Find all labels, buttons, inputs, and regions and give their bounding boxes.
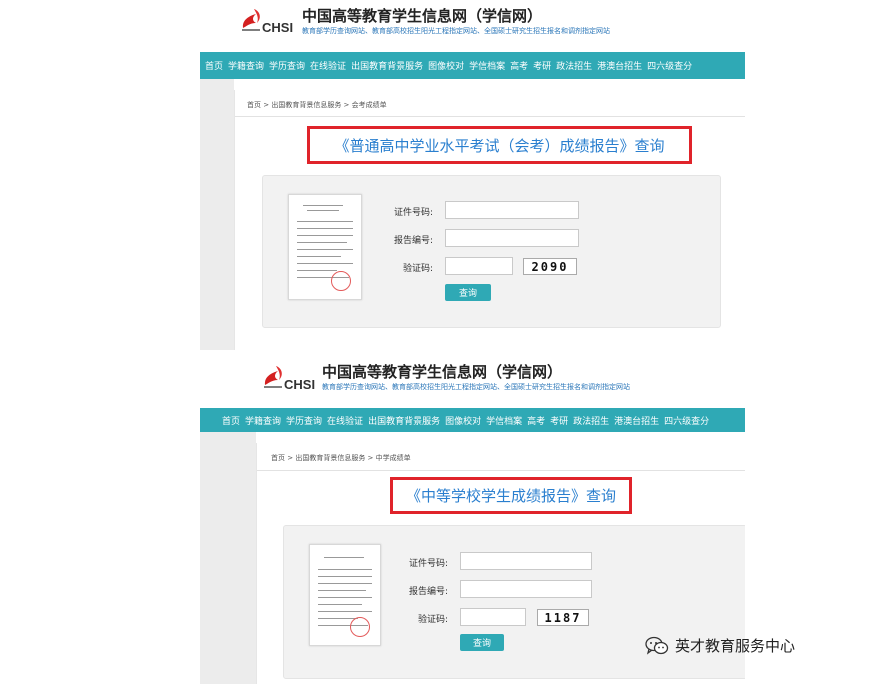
- nav-item-home[interactable]: 首页: [222, 414, 240, 427]
- site-subtitle: 教育部学历查询网站、教育部高校招生阳光工程指定网站、全国硕士研究生招生报名和调剂…: [302, 27, 610, 35]
- nav-item-abroad[interactable]: 出国教育背景服务: [351, 59, 423, 72]
- nav-item-gaokao[interactable]: 高考: [510, 59, 528, 72]
- watermark-text: 英才教育服务中心: [675, 637, 796, 655]
- page-heading-highlight: 《中等学校学生成绩报告》查询: [390, 477, 632, 514]
- report-number-label: 报告编号:: [393, 236, 433, 246]
- page-gutter: [200, 432, 256, 684]
- captcha-image[interactable]: 2090: [523, 258, 577, 275]
- report-number-input[interactable]: [460, 580, 592, 598]
- nav-item-cet[interactable]: 四六级查分: [664, 414, 709, 427]
- query-button[interactable]: 查询: [460, 634, 504, 651]
- nav-item-image[interactable]: 图像校对: [445, 414, 481, 427]
- page-heading: 《中等学校学生成绩报告》查询: [405, 487, 616, 505]
- cert-number-label: 证件号码:: [393, 208, 433, 218]
- nav-item-archive[interactable]: 学信档案: [469, 59, 505, 72]
- report-sample-image: [309, 544, 381, 646]
- nav-item-gaokao[interactable]: 高考: [527, 414, 545, 427]
- site-subtitle: 教育部学历查询网站、教育部高校招生阳光工程指定网站、全国硕士研究生招生报名和调剂…: [322, 383, 630, 391]
- nav-item-enrollment[interactable]: 学籍查询: [245, 414, 281, 427]
- site-title: 中国高等教育学生信息网（学信网）: [322, 363, 563, 381]
- nav-item-degree[interactable]: 学历查询: [269, 59, 305, 72]
- nav-item-law[interactable]: 政法招生: [573, 414, 609, 427]
- nav-item-kaoyan[interactable]: 考研: [533, 59, 551, 72]
- nav-item-cet[interactable]: 四六级查分: [647, 59, 692, 72]
- page-heading: 《普通高中学业水平考试（会考）成绩报告》查询: [334, 136, 665, 155]
- screenshot-panel-1: CHSI 中国高等教育学生信息网（学信网） 教育部学历查询网站、教育部高校招生阳…: [200, 0, 745, 350]
- main-nav: 首页 学籍查询 学历查询 在线验证 出国教育背景服务 图像校对 学信档案 高考 …: [200, 408, 745, 432]
- breadcrumb[interactable]: 首页 > 出国教育背景信息服务 > 会考成绩单: [247, 100, 387, 110]
- nav-item-archive[interactable]: 学信档案: [486, 414, 522, 427]
- cert-number-input[interactable]: [460, 552, 592, 570]
- report-number-label: 报告编号:: [408, 587, 448, 597]
- report-number-input[interactable]: [445, 229, 579, 247]
- nav-item-image[interactable]: 图像校对: [428, 59, 464, 72]
- wechat-watermark: 英才教育服务中心: [645, 635, 795, 656]
- chsi-logo-text: CHSI: [262, 20, 294, 35]
- captcha-input[interactable]: [460, 608, 526, 626]
- nav-item-home[interactable]: 首页: [205, 59, 223, 72]
- main-nav: 首页 学籍查询 学历查询 在线验证 出国教育背景服务 图像校对 学信档案 高考 …: [200, 52, 745, 79]
- breadcrumb[interactable]: 首页 > 出国教育背景信息服务 > 中学成绩单: [271, 453, 411, 463]
- page-gutter: [200, 79, 234, 350]
- captcha-input[interactable]: [445, 257, 513, 275]
- cert-number-input[interactable]: [445, 201, 579, 219]
- query-form: 证件号码: 报告编号: 验证码: 2090 查询: [262, 175, 721, 328]
- query-button[interactable]: 查询: [445, 284, 491, 301]
- divider: [235, 116, 745, 117]
- page-heading-highlight: 《普通高中学业水平考试（会考）成绩报告》查询: [307, 126, 692, 164]
- captcha-label: 验证码:: [417, 615, 448, 625]
- nav-item-kaoyan[interactable]: 考研: [550, 414, 568, 427]
- nav-item-hkmt[interactable]: 港澳台招生: [597, 59, 642, 72]
- nav-item-hkmt[interactable]: 港澳台招生: [614, 414, 659, 427]
- nav-item-enrollment[interactable]: 学籍查询: [228, 59, 264, 72]
- nav-item-law[interactable]: 政法招生: [556, 59, 592, 72]
- wechat-icon: [645, 636, 669, 655]
- captcha-label: 验证码:: [402, 264, 433, 274]
- nav-item-abroad[interactable]: 出国教育背景服务: [368, 414, 440, 427]
- site-title: 中国高等教育学生信息网（学信网）: [302, 7, 543, 25]
- cert-number-label: 证件号码:: [408, 559, 448, 569]
- chsi-logo[interactable]: CHSI: [240, 6, 294, 38]
- nav-item-degree[interactable]: 学历查询: [286, 414, 322, 427]
- nav-item-verify[interactable]: 在线验证: [310, 59, 346, 72]
- divider: [257, 470, 745, 471]
- chsi-logo[interactable]: CHSI: [262, 363, 317, 395]
- chsi-logo-text: CHSI: [284, 377, 316, 392]
- report-sample-image: [288, 194, 362, 300]
- captcha-image[interactable]: 1187: [537, 609, 589, 626]
- nav-item-verify[interactable]: 在线验证: [327, 414, 363, 427]
